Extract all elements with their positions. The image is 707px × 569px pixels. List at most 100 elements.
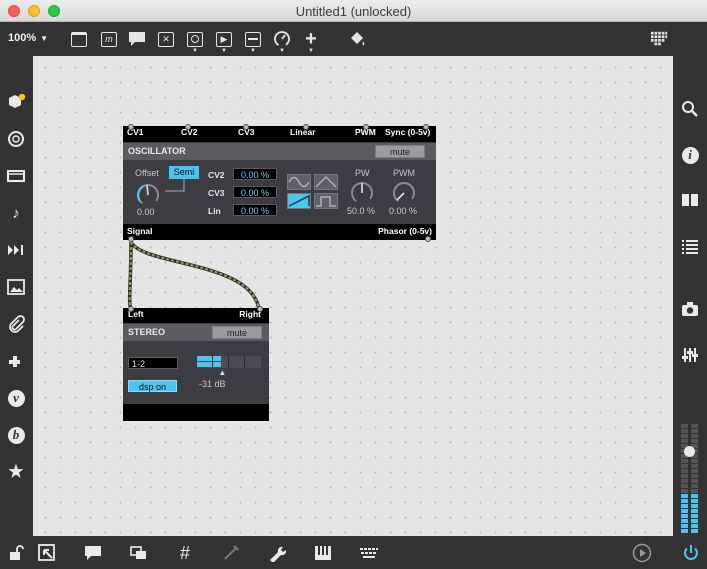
cv2-number[interactable]: 0.00 % <box>233 168 277 180</box>
sequence-icon[interactable] <box>6 240 26 260</box>
snap-icon[interactable] <box>221 543 241 563</box>
inlet-port[interactable] <box>128 124 134 130</box>
connector-line <box>165 179 185 192</box>
film-icon[interactable] <box>6 166 26 186</box>
vst-plugin-icon[interactable]: v <box>6 388 26 408</box>
outlet-port[interactable] <box>425 236 431 242</box>
presentation-mode-icon[interactable] <box>37 543 57 563</box>
inlet-port[interactable] <box>363 124 369 130</box>
piano-keyboard-icon[interactable] <box>313 543 333 563</box>
search-icon[interactable] <box>680 99 700 119</box>
lin-number[interactable]: 0.00 % <box>233 204 277 216</box>
pwm-label: PWM <box>393 168 415 178</box>
presentation-icon[interactable] <box>70 30 88 48</box>
meter-fill-right <box>691 494 698 534</box>
zoom-select[interactable]: 100% ▼ <box>8 32 48 44</box>
comment-toggle-icon[interactable] <box>83 543 103 563</box>
stereo-module[interactable]: Left Right STEREO mute 1-2 dsp on ▲ -31 … <box>123 306 269 421</box>
level-slider-thumb[interactable]: ▲ <box>218 368 226 377</box>
app-window: Untitled1 (unlocked) 100% ▼ m ✕ ▼ ▶ ▼ ▼ ▼ … <box>0 0 707 569</box>
module-title: OSCILLATOR <box>128 146 186 156</box>
sine-wave-button[interactable] <box>287 174 311 190</box>
inlet-port[interactable] <box>257 306 263 312</box>
oscillator-module[interactable]: CV1 CV2 CV3 Linear PWM Sync (0-5v) OSCIL… <box>123 124 436 242</box>
paperclip-icon[interactable] <box>6 314 26 334</box>
pw-knob[interactable] <box>349 180 375 206</box>
pwm-value: 0.00 % <box>389 206 418 216</box>
module-title: STEREO <box>128 327 166 337</box>
camera-icon[interactable] <box>680 299 700 319</box>
pw-label: PW <box>355 168 370 178</box>
bottom-toolbar: # <box>0 536 707 569</box>
slider-object-icon[interactable]: ▼ <box>244 30 262 54</box>
pw-value: 50.0 % <box>347 206 376 216</box>
semi-toggle[interactable]: Semi <box>169 166 199 179</box>
level-value: -31 dB <box>199 379 226 389</box>
dsp-toggle-button[interactable]: dsp on <box>128 380 177 392</box>
patcher-toolbar: 100% ▼ m ✕ ▼ ▶ ▼ ▼ ▼ + ▼ <box>0 22 707 56</box>
channel-select[interactable]: 1-2 <box>128 357 178 369</box>
oscillator-inputs: CV1 CV2 CV3 Linear PWM Sync (0-5v) <box>123 126 436 142</box>
window-title: Untitled1 (unlocked) <box>295 4 412 19</box>
mute-button[interactable]: mute <box>375 145 425 158</box>
outlet-label: Signal <box>127 226 153 236</box>
saw-wave-button[interactable] <box>287 193 311 209</box>
offset-value: 0.00 <box>137 207 155 217</box>
info-icon[interactable]: i <box>680 145 700 165</box>
zoom-value: 100% <box>8 32 37 44</box>
button-object-icon[interactable]: ▼ <box>186 30 204 54</box>
outlet-label: Phasor (0-5v) <box>378 226 432 236</box>
cv3-number[interactable]: 0.00 % <box>233 186 277 198</box>
dial-object-icon[interactable]: ▼ <box>273 30 291 54</box>
offset-knob[interactable] <box>135 182 161 208</box>
inlet-port[interactable] <box>423 124 429 130</box>
reference-book-icon[interactable] <box>680 190 700 210</box>
square-wave-button[interactable] <box>314 193 338 209</box>
patcher-canvas[interactable]: CV1 CV2 CV3 Linear PWM Sync (0-5v) OSCIL… <box>33 56 673 536</box>
plug-icon[interactable] <box>6 351 26 371</box>
mixer-icon[interactable] <box>680 345 700 365</box>
packages-icon[interactable] <box>6 92 26 112</box>
master-volume-meter[interactable] <box>681 424 701 534</box>
message-object-icon[interactable]: m <box>100 30 118 48</box>
grid-view-icon[interactable] <box>650 30 668 48</box>
music-note-icon[interactable]: ♪ <box>6 203 26 223</box>
inlet-port[interactable] <box>185 124 191 130</box>
computer-keyboard-icon[interactable] <box>359 543 379 563</box>
oscillator-outputs: Signal Phasor (0-5v) <box>123 224 436 240</box>
inlet-port[interactable] <box>243 124 249 130</box>
image-icon[interactable] <box>6 277 26 297</box>
lock-icon[interactable] <box>6 543 26 563</box>
outlet-port[interactable] <box>128 236 134 242</box>
transport-play-icon[interactable] <box>632 543 652 563</box>
chevron-down-icon: ▼ <box>40 34 49 43</box>
star-icon[interactable]: ★ <box>6 462 26 482</box>
meter-segments <box>197 356 261 368</box>
paint-bucket-icon[interactable] <box>348 30 366 48</box>
dsp-power-icon[interactable] <box>681 543 701 563</box>
oscillator-header: OSCILLATOR mute <box>123 143 436 160</box>
comment-icon[interactable] <box>128 30 146 48</box>
layers-icon[interactable] <box>129 543 149 563</box>
record-icon[interactable] <box>6 129 26 149</box>
meter-fill-left <box>681 494 688 534</box>
bpatcher-icon[interactable]: b <box>6 425 26 445</box>
level-meter[interactable] <box>197 356 261 368</box>
grid-icon[interactable]: # <box>175 543 195 563</box>
triangle-wave-button[interactable] <box>314 174 338 190</box>
inlet-port[interactable] <box>303 124 309 130</box>
cv-row-label: CV2 <box>208 170 225 180</box>
inlet-port[interactable] <box>128 306 134 312</box>
volume-slider-thumb[interactable] <box>684 446 695 457</box>
toggle-object-icon[interactable]: ✕ <box>157 30 175 48</box>
cv-row-label: CV3 <box>208 188 225 198</box>
stereo-inputs: Left Right <box>123 308 269 323</box>
cv-row-label: Lin <box>208 206 221 216</box>
pwm-knob[interactable] <box>391 180 417 206</box>
add-object-icon[interactable]: + ▼ <box>302 28 320 55</box>
title-bar: Untitled1 (unlocked) <box>0 0 707 22</box>
wrench-icon[interactable] <box>267 543 287 563</box>
mute-button[interactable]: mute <box>212 326 262 339</box>
play-object-icon[interactable]: ▶ ▼ <box>215 30 233 54</box>
list-icon[interactable] <box>680 236 700 256</box>
